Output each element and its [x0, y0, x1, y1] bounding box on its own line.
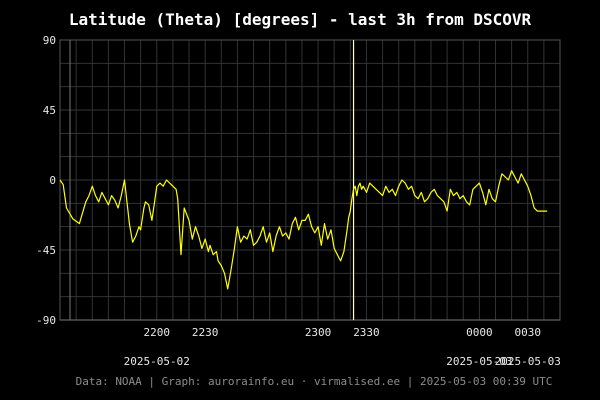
y-tick-label: 90 [43, 34, 56, 47]
x-date-label: 2025-05-02 [124, 355, 190, 368]
y-tick-label: -45 [36, 244, 56, 257]
x-date-label: 2025-05-03 [495, 355, 561, 368]
x-tick-label: 2200 [144, 326, 171, 339]
chart-footer: Data: NOAA | Graph: aurorainfo.eu · virm… [76, 375, 553, 388]
x-tick-label: 0000 [466, 326, 493, 339]
chart-title: Latitude (Theta) [degrees] - last 3h fro… [69, 10, 532, 29]
y-tick-label: -90 [36, 314, 56, 327]
latitude-chart: Latitude (Theta) [degrees] - last 3h fro… [0, 0, 600, 400]
x-tick-label: 2330 [353, 326, 380, 339]
y-tick-label: 45 [43, 104, 56, 117]
x-tick-label: 0030 [514, 326, 541, 339]
x-tick-label: 2230 [192, 326, 219, 339]
x-tick-label: 2300 [305, 326, 332, 339]
y-tick-label: 0 [49, 174, 56, 187]
chart-background [0, 0, 600, 400]
